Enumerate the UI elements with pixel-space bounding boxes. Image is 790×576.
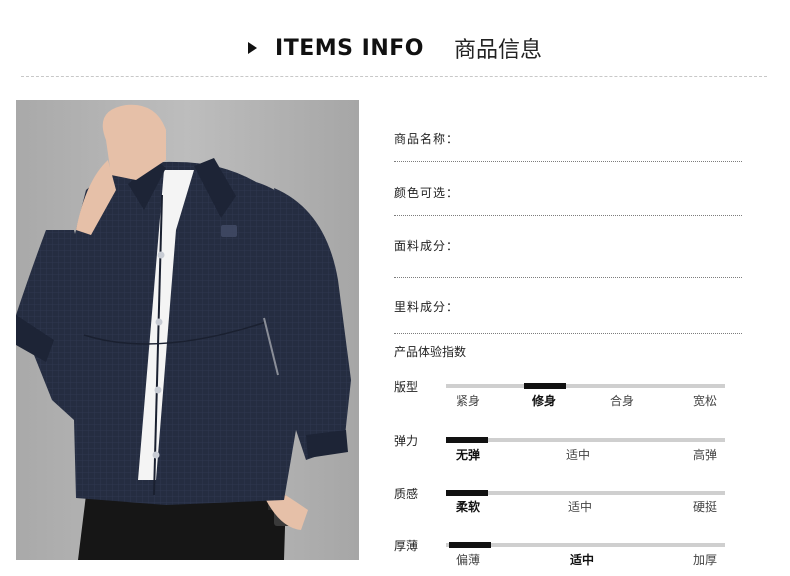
field-product-name: 商品名称： bbox=[394, 130, 742, 162]
metric-label-elasticity: 弹力 bbox=[394, 434, 419, 448]
elasticity-option-none: 无弹 bbox=[455, 448, 481, 462]
fit-option-tight: 紧身 bbox=[455, 394, 481, 408]
thickness-option-thick: 加厚 bbox=[692, 553, 718, 567]
elasticity-option-medium: 适中 bbox=[565, 448, 591, 462]
header-divider bbox=[21, 76, 767, 77]
field-label: 面料成分： bbox=[394, 239, 460, 253]
thickness-track bbox=[446, 542, 725, 548]
thickness-marker bbox=[449, 542, 491, 548]
texture-marker bbox=[446, 490, 488, 496]
experience-title: 产品体验指数 bbox=[394, 345, 467, 359]
metric-label-thickness: 厚薄 bbox=[394, 539, 419, 553]
field-divider bbox=[394, 215, 742, 216]
thickness-option-thin: 偏薄 bbox=[455, 553, 481, 567]
metric-label-texture: 质感 bbox=[394, 487, 419, 501]
elasticity-track bbox=[446, 437, 725, 443]
section-header: ITEMS INFO 商品信息 bbox=[0, 30, 790, 66]
triangle-right-icon bbox=[248, 42, 258, 54]
fit-marker bbox=[524, 383, 566, 389]
fit-option-regular: 合身 bbox=[609, 394, 635, 408]
field-label: 商品名称： bbox=[394, 132, 460, 146]
field-divider bbox=[394, 161, 742, 162]
elasticity-option-high: 高弹 bbox=[692, 448, 718, 462]
field-colors: 颜色可选： bbox=[394, 184, 742, 216]
section-title-en: ITEMS INFO bbox=[275, 35, 424, 61]
product-photo bbox=[16, 100, 359, 560]
texture-option-stiff: 硬挺 bbox=[692, 500, 718, 514]
elasticity-marker bbox=[446, 437, 488, 443]
texture-option-soft: 柔软 bbox=[455, 500, 481, 514]
metric-label-fit: 版型 bbox=[394, 380, 419, 394]
field-lining: 里料成分： bbox=[394, 298, 742, 334]
thickness-option-medium: 适中 bbox=[569, 553, 595, 567]
field-label: 颜色可选： bbox=[394, 186, 460, 200]
field-label: 里料成分： bbox=[394, 300, 460, 314]
fit-option-loose: 宽松 bbox=[692, 394, 718, 408]
field-divider bbox=[394, 333, 742, 334]
field-divider bbox=[394, 277, 742, 278]
fit-option-slim: 修身 bbox=[531, 394, 557, 408]
field-fabric: 面料成分： bbox=[394, 237, 742, 278]
texture-track bbox=[446, 490, 725, 496]
texture-option-medium: 适中 bbox=[567, 500, 593, 514]
section-title-zh: 商品信息 bbox=[453, 38, 542, 63]
fit-track bbox=[446, 383, 725, 389]
